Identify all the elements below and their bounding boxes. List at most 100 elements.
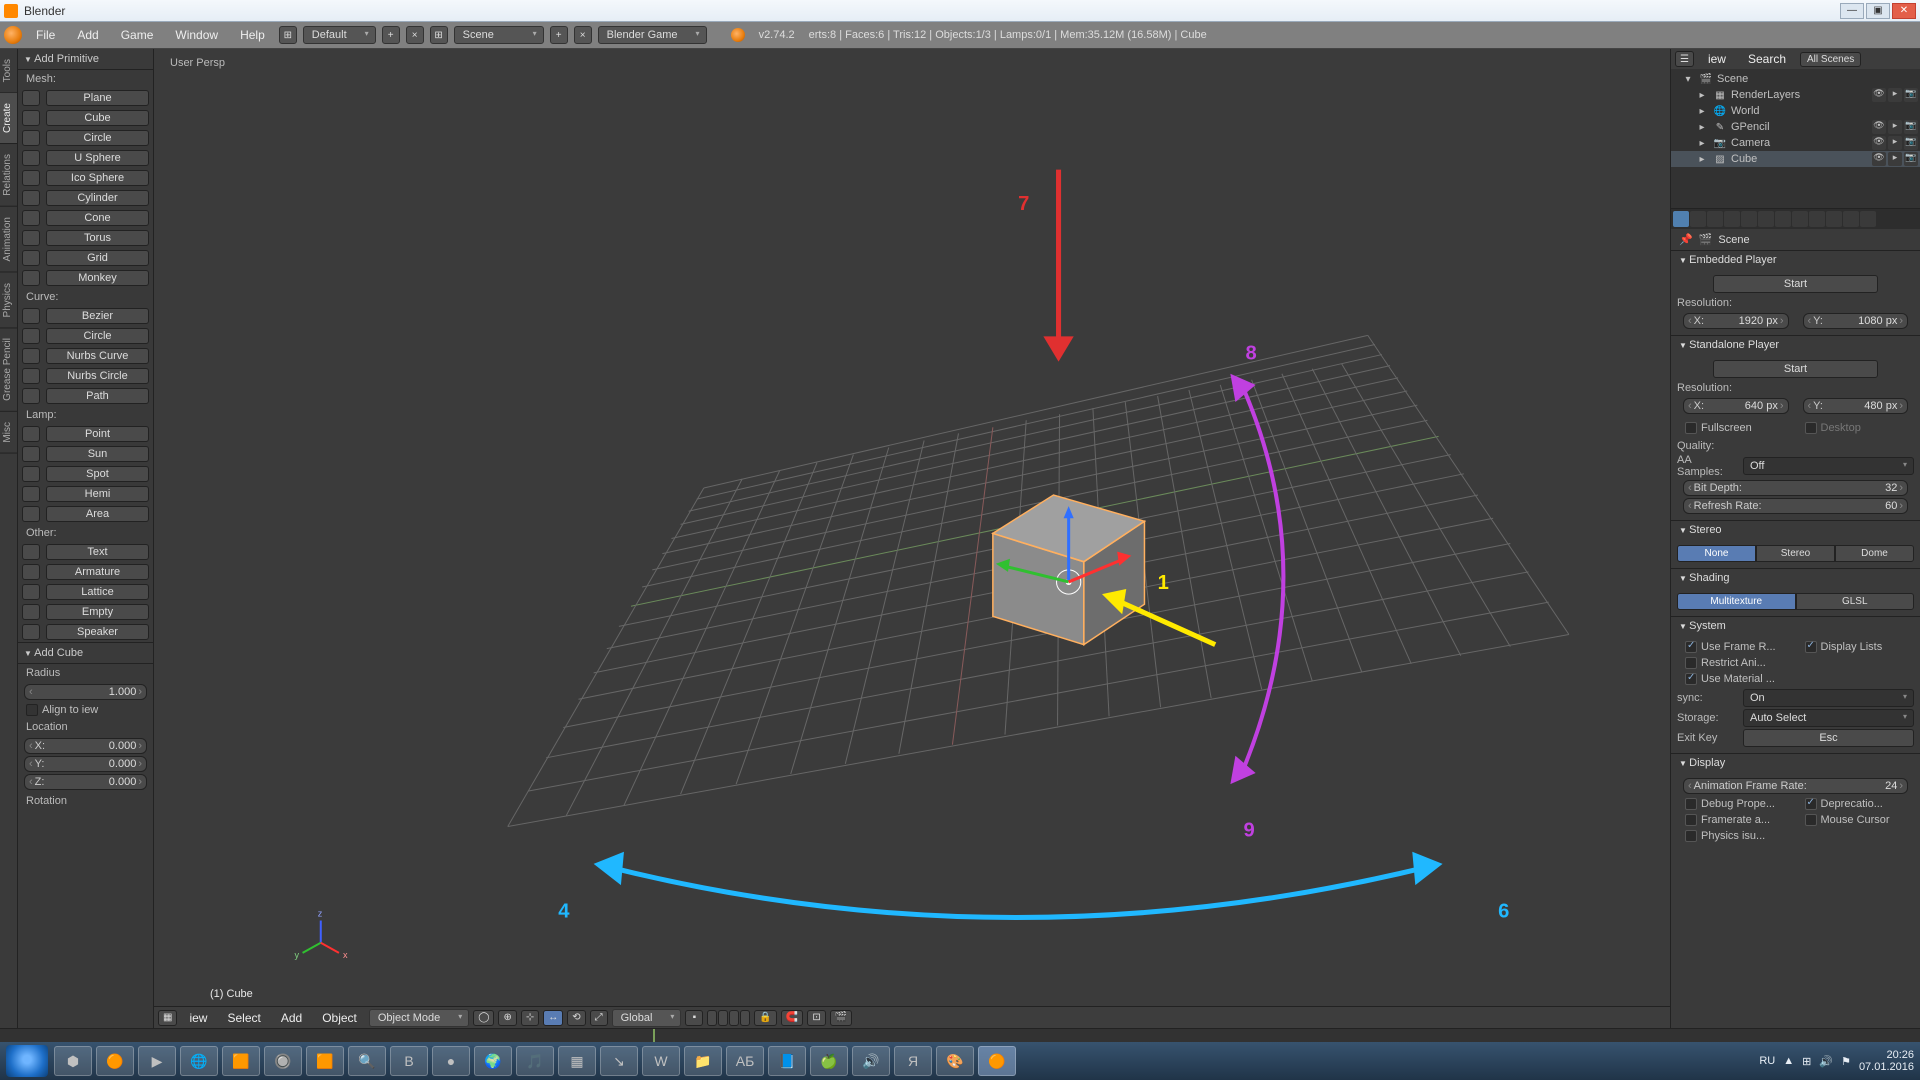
prop-tab-object[interactable] (1741, 211, 1757, 227)
scene-add-icon[interactable]: + (550, 26, 568, 44)
prop-tab-constraints[interactable] (1758, 211, 1774, 227)
outliner-display-mode[interactable]: All Scenes (1800, 52, 1861, 67)
add-spot-button[interactable]: Spot (46, 466, 149, 482)
physics-visual-checkbox[interactable] (1685, 830, 1697, 842)
vtab-physics[interactable]: Physics (0, 273, 17, 328)
taskbar-app-icon[interactable]: 🔊 (852, 1046, 890, 1076)
add-cylinder-button[interactable]: Cylinder (46, 190, 149, 206)
screen-layout-dropdown[interactable]: Default (303, 26, 376, 44)
standalone-start-button[interactable]: Start (1713, 360, 1879, 378)
panel-system[interactable]: System (1671, 616, 1920, 635)
blender-logo-icon[interactable] (4, 26, 22, 44)
panel-stereo[interactable]: Stereo (1671, 520, 1920, 539)
visibility-icon[interactable]: 👁 (1872, 136, 1886, 150)
tray-volume-icon[interactable]: 🔊 (1819, 1055, 1833, 1068)
mouse-cursor-checkbox[interactable] (1805, 814, 1817, 826)
manip-rotate-icon[interactable]: ⟲ (567, 1010, 585, 1026)
render-icon[interactable]: 📷 (1904, 136, 1918, 150)
shading-icon[interactable]: ◯ (473, 1010, 494, 1026)
menu-add[interactable]: Add (69, 25, 106, 45)
add-ico sphere-button[interactable]: Ico Sphere (46, 170, 149, 186)
radius-field[interactable]: 1.000 (24, 684, 147, 700)
prop-tab-layers[interactable] (1690, 211, 1706, 227)
taskbar-app-icon[interactable]: 🔘 (264, 1046, 302, 1076)
taskbar-app-icon[interactable]: 🟧 (222, 1046, 260, 1076)
taskbar-app-icon[interactable]: ▦ (558, 1046, 596, 1076)
layout-del-icon[interactable]: × (406, 26, 424, 44)
outliner-row[interactable]: ▸🌐World (1671, 103, 1920, 119)
prop-tab-scene[interactable] (1707, 211, 1723, 227)
panel-display[interactable]: Display (1671, 753, 1920, 772)
vsync-dropdown[interactable]: On (1743, 689, 1914, 707)
add-plane-button[interactable]: Plane (46, 90, 149, 106)
vp-menu-add[interactable]: Add (273, 1008, 310, 1028)
taskbar-app-icon[interactable]: AБ (726, 1046, 764, 1076)
add-torus-button[interactable]: Torus (46, 230, 149, 246)
taskbar-app-icon[interactable]: 🍏 (810, 1046, 848, 1076)
pivot-icon[interactable]: ⊕ (498, 1010, 516, 1026)
add-text-button[interactable]: Text (46, 544, 149, 560)
vtab-create[interactable]: Create (0, 93, 17, 144)
disclosure-icon[interactable]: ▸ (1695, 120, 1709, 134)
visibility-icon[interactable]: 👁 (1872, 88, 1886, 102)
disclosure-icon[interactable]: ▸ (1695, 136, 1709, 150)
lock-camera-icon[interactable]: 🔒 (754, 1010, 776, 1026)
layout-browser-icon[interactable]: ⊞ (279, 26, 297, 44)
taskbar-app-icon[interactable]: ● (432, 1046, 470, 1076)
menu-game[interactable]: Game (113, 25, 162, 45)
outliner-row[interactable]: ▸✎GPencil👁▸📷 (1671, 119, 1920, 135)
taskbar-app-icon[interactable]: 🔍 (348, 1046, 386, 1076)
refresh-rate-field[interactable]: Refresh Rate:60 (1683, 498, 1908, 514)
add-sun-button[interactable]: Sun (46, 446, 149, 462)
taskbar-app-icon[interactable]: 🌍 (474, 1046, 512, 1076)
minimize-button[interactable]: — (1840, 3, 1864, 19)
align-checkbox[interactable] (26, 704, 38, 716)
scene-del-icon[interactable]: × (574, 26, 592, 44)
tray-lang[interactable]: RU (1759, 1055, 1775, 1067)
tray-flag-icon[interactable]: ▲ (1783, 1055, 1794, 1067)
add-speaker-button[interactable]: Speaker (46, 624, 149, 640)
bit-depth-field[interactable]: Bit Depth:32 (1683, 480, 1908, 496)
vtab-misc[interactable]: Misc (0, 412, 17, 454)
panel-embedded[interactable]: Embedded Player (1671, 250, 1920, 269)
standalone-res-y[interactable]: Y:480 px (1803, 398, 1909, 414)
taskbar-app-icon[interactable]: 📘 (768, 1046, 806, 1076)
layer-grid[interactable] (718, 1010, 728, 1026)
add-bezier-button[interactable]: Bezier (46, 308, 149, 324)
timeline[interactable] (0, 1028, 1920, 1042)
use-material-checkbox[interactable] (1685, 673, 1697, 685)
add-cube-button[interactable]: Cube (46, 110, 149, 126)
mode-dropdown[interactable]: Object Mode (369, 1009, 469, 1027)
outliner-row[interactable]: ▸▨Cube👁▸📷 (1671, 151, 1920, 167)
taskbar-app-icon[interactable]: 🎨 (936, 1046, 974, 1076)
embedded-start-button[interactable]: Start (1713, 275, 1879, 293)
taskbar-app-icon[interactable]: ▶ (138, 1046, 176, 1076)
panel-add-primitive[interactable]: Add Primitive (18, 49, 153, 70)
selectable-icon[interactable]: ▸ (1888, 88, 1902, 102)
anim-frame-rate-field[interactable]: Animation Frame Rate:24 (1683, 778, 1908, 794)
prop-tab-world[interactable] (1724, 211, 1740, 227)
manip-toggle[interactable]: ⊹ (521, 1010, 539, 1026)
editor-type-icon[interactable]: ▦ (158, 1010, 177, 1026)
start-button[interactable] (6, 1045, 48, 1077)
render-engine-dropdown[interactable]: Blender Game (598, 26, 707, 44)
prop-tab-texture[interactable] (1826, 211, 1842, 227)
menu-file[interactable]: File (28, 25, 63, 45)
vp-menu-object[interactable]: Object (314, 1008, 365, 1028)
desktop-checkbox[interactable] (1805, 422, 1817, 434)
scene-dropdown[interactable]: Scene (454, 26, 544, 44)
add-monkey-button[interactable]: Monkey (46, 270, 149, 286)
taskbar-app-icon[interactable]: 📁 (684, 1046, 722, 1076)
manip-translate-icon[interactable]: ↔ (543, 1010, 563, 1026)
prop-tab-particles[interactable] (1843, 211, 1859, 227)
pin-icon[interactable]: 📌 (1679, 233, 1693, 246)
add-u sphere-button[interactable]: U Sphere (46, 150, 149, 166)
add-cone-button[interactable]: Cone (46, 210, 149, 226)
add-armature-button[interactable]: Armature (46, 564, 149, 580)
prop-tab-render[interactable] (1673, 211, 1689, 227)
taskbar-app-icon[interactable]: 🌐 (180, 1046, 218, 1076)
outliner-menu-view[interactable]: iew (1700, 49, 1734, 69)
disclosure-icon[interactable]: ▾ (1681, 72, 1695, 86)
outliner-row[interactable]: ▸📷Camera👁▸📷 (1671, 135, 1920, 151)
fullscreen-checkbox[interactable] (1685, 422, 1697, 434)
